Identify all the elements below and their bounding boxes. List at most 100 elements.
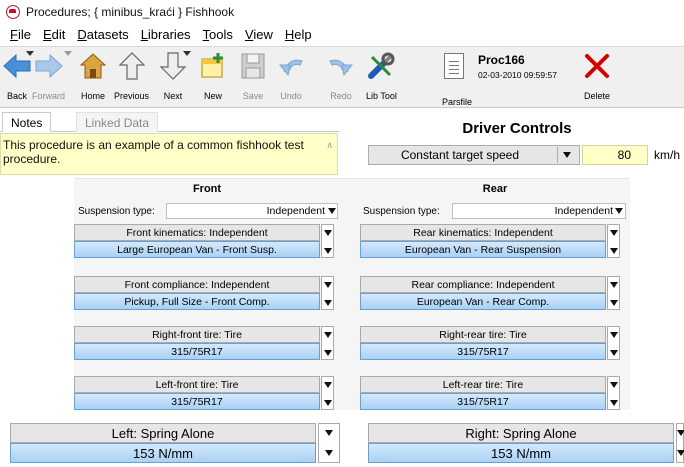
home-button[interactable]: Home <box>78 51 108 107</box>
rear-suspension-type-select[interactable]: Independent <box>452 203 626 219</box>
front-compliance-header[interactable]: Front compliance: Independent <box>74 276 320 293</box>
parsfile-label: Parsfile <box>442 97 473 107</box>
speed-unit-label: km/h <box>654 148 681 162</box>
left-rear-tire-chevron-icon <box>610 400 618 406</box>
dataset-timestamp: 02-03-2010 09:59:57 <box>478 70 557 80</box>
right-front-tire-type-chevron-icon <box>324 332 332 338</box>
menu-help[interactable]: Help <box>285 27 312 42</box>
notes-text: This procedure is an example of a common… <box>3 138 304 166</box>
front-kinematics-link[interactable]: Large European Van - Front Susp. <box>74 241 320 258</box>
window-title: Procedures; { minibus_kraći } Fishhook <box>26 5 235 19</box>
menu-edit[interactable]: Edit <box>43 27 65 42</box>
right-front-tire-link[interactable]: 315/75R17 <box>74 343 320 360</box>
menu-view[interactable]: View <box>245 27 273 42</box>
left-spring-chevron-icon <box>325 450 333 456</box>
rear-suspension-type-label: Suspension type: <box>363 206 440 217</box>
delete-button[interactable]: Delete <box>582 51 612 107</box>
title-bar: Procedures; { minibus_kraći } Fishhook <box>0 0 684 24</box>
menu-view-rest: iew <box>253 26 273 42</box>
forward-button[interactable]: Forward <box>32 51 65 107</box>
scroll-up-icon[interactable]: ∧ <box>326 138 333 152</box>
rear-compliance-chevron-icon <box>610 300 618 306</box>
left-front-tire-header[interactable]: Left-front tire: Tire <box>74 376 320 393</box>
left-spring-dropdown[interactable] <box>318 423 340 463</box>
back-button[interactable]: Back <box>2 51 32 107</box>
right-front-tire-header[interactable]: Right-front tire: Tire <box>74 326 320 343</box>
floppy-disk-icon <box>241 53 265 79</box>
right-spring-dropdown[interactable] <box>676 423 684 463</box>
rear-kinematics-chevron-icon <box>610 248 618 254</box>
redo-button[interactable]: Redo <box>326 51 356 107</box>
right-rear-tire-chevron-icon <box>610 350 618 356</box>
springs-panel: Left: Spring Alone 153 N/mm Right: Sprin… <box>0 413 684 467</box>
previous-button[interactable]: Previous <box>114 51 149 107</box>
suspension-panel: Front Suspension type: Independent Front… <box>74 178 630 410</box>
driver-controls-panel: Driver Controls Constant target speed 80… <box>350 118 684 178</box>
rear-kinematics-type-chevron-icon <box>610 230 618 236</box>
front-suspension-type-value: Independent <box>266 205 325 217</box>
front-kinematics-chevron-icon <box>324 248 332 254</box>
front-kinematics-type-chevron-icon <box>324 230 332 236</box>
menu-datasets[interactable]: Datasets <box>77 27 128 42</box>
undo-button[interactable]: Undo <box>276 51 306 107</box>
right-spring-chevron-icon <box>677 450 684 456</box>
wrench-screwdriver-icon <box>368 52 395 79</box>
front-compliance-chevron-icon <box>324 300 332 306</box>
menu-tools[interactable]: Tools <box>203 27 233 42</box>
front-suspension-type-chevron-icon[interactable] <box>328 208 336 214</box>
speed-mode-select[interactable]: Constant target speed <box>368 145 580 165</box>
front-suspension-type-select[interactable]: Independent <box>166 203 338 219</box>
left-spring-link[interactable]: 153 N/mm <box>10 443 316 463</box>
target-speed-input[interactable]: 80 <box>582 145 648 165</box>
save-button[interactable]: Save <box>238 51 268 107</box>
speed-mode-value: Constant target speed <box>400 148 520 162</box>
menu-help-rest: elp <box>294 26 312 42</box>
rear-compliance-type-chevron-icon <box>610 282 618 288</box>
forward-history-dropdown-icon[interactable] <box>64 51 72 56</box>
lib-tool-button[interactable]: Lib Tool <box>366 51 397 107</box>
front-kinematics-header[interactable]: Front kinematics: Independent <box>74 224 320 241</box>
rear-kinematics-header[interactable]: Rear kinematics: Independent <box>360 224 606 241</box>
left-front-tire-link[interactable]: 315/75R17 <box>74 393 320 410</box>
left-rear-tire-header[interactable]: Left-rear tire: Tire <box>360 376 606 393</box>
left-rear-tire-link[interactable]: 315/75R17 <box>360 393 606 410</box>
menu-libraries[interactable]: Libraries <box>141 27 191 42</box>
tab-notes[interactable]: Notes <box>2 112 52 132</box>
up-arrow-icon <box>118 52 145 80</box>
menu-bar: File Edit Datasets Libraries Tools View … <box>0 24 684 44</box>
undo-icon <box>278 59 303 77</box>
left-front-tire-chevron-icon <box>324 400 332 406</box>
home-icon <box>79 53 107 79</box>
front-suspension-type-label: Suspension type: <box>78 206 155 217</box>
left-front-tire-type-chevron-icon <box>324 382 332 388</box>
notes-textarea[interactable]: This procedure is an example of a common… <box>0 133 338 175</box>
menu-tools-rest: ools <box>209 26 233 42</box>
document-icon <box>444 53 464 79</box>
menu-datasets-rest: atasets <box>86 26 129 42</box>
rear-kinematics-link[interactable]: European Van - Rear Suspension <box>360 241 606 258</box>
front-compliance-link[interactable]: Pickup, Full Size - Front Comp. <box>74 293 320 310</box>
right-spring-header[interactable]: Right: Spring Alone <box>368 423 674 443</box>
toolbar: Back Forward Home Previous Next New Save… <box>0 46 684 108</box>
left-spring-header[interactable]: Left: Spring Alone <box>10 423 316 443</box>
right-rear-tire-header[interactable]: Right-rear tire: Tire <box>360 326 606 343</box>
right-rear-tire-type-chevron-icon <box>610 332 618 338</box>
down-arrow-icon <box>159 52 187 80</box>
right-spring-type-chevron-icon <box>677 430 684 436</box>
rear-suspension-type-chevron-icon[interactable] <box>615 208 623 214</box>
rear-compliance-header[interactable]: Rear compliance: Independent <box>360 276 606 293</box>
menu-edit-rest: dit <box>51 26 66 42</box>
rear-heading: Rear <box>482 183 508 195</box>
right-spring-link[interactable]: 153 N/mm <box>368 443 674 463</box>
new-button[interactable]: New <box>198 51 228 107</box>
rear-compliance-link[interactable]: European Van - Rear Comp. <box>360 293 606 310</box>
next-button[interactable]: Next <box>158 51 188 107</box>
forward-arrow-icon <box>35 53 63 79</box>
redo-icon <box>329 59 354 77</box>
tab-linked-data[interactable]: Linked Data <box>76 112 159 132</box>
speed-mode-dropdown[interactable] <box>557 147 577 163</box>
front-heading: Front <box>192 183 222 195</box>
left-rear-tire-type-chevron-icon <box>610 382 618 388</box>
right-rear-tire-link[interactable]: 315/75R17 <box>360 343 606 360</box>
menu-file[interactable]: File <box>10 27 31 42</box>
